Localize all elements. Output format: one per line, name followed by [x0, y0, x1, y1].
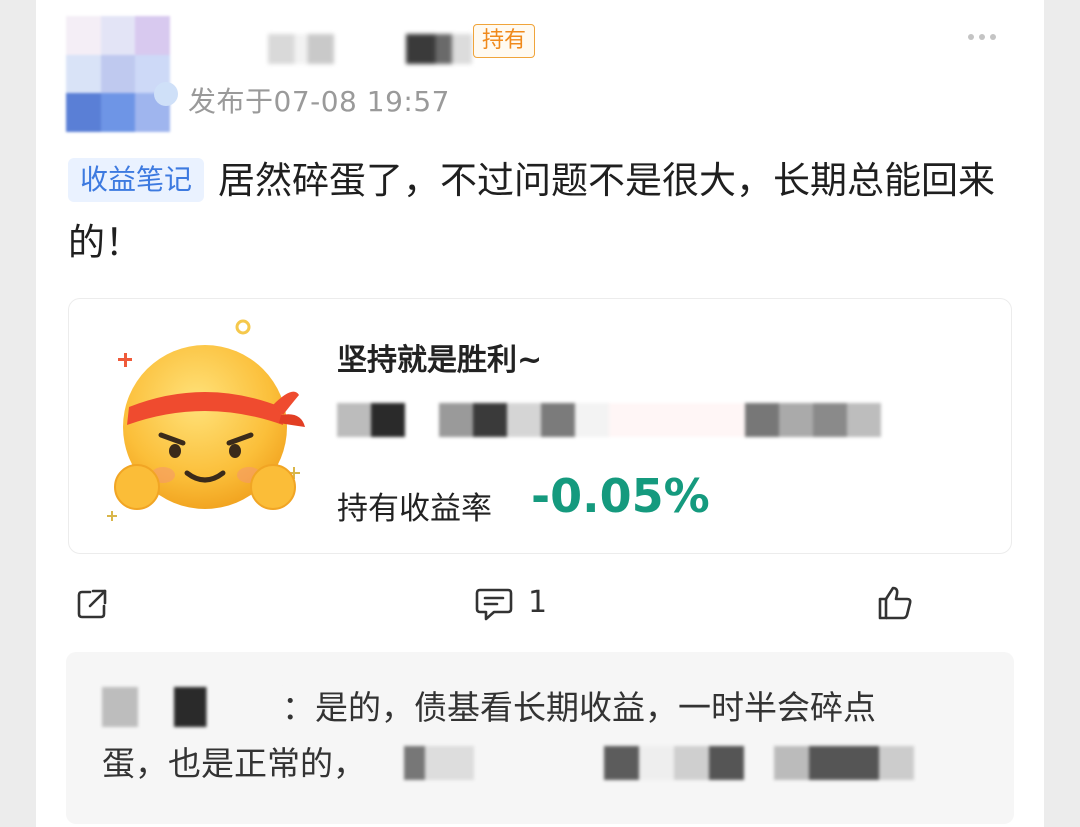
reply-blurred-2	[604, 746, 744, 780]
rate-label: 持有收益率	[337, 491, 492, 527]
post-card: 持有 发布于07-08 19:57 收益笔记 居然碎蛋了，不过问题不是很大，长期总…	[36, 0, 1044, 827]
post-time: 发布于07-08 19:57	[188, 85, 450, 118]
share-icon[interactable]	[74, 586, 110, 622]
more-icon[interactable]	[968, 28, 996, 46]
share-card[interactable]: 坚持就是胜利~ 持有收益率 -0.05%	[68, 298, 1012, 554]
avatar[interactable]	[66, 16, 170, 132]
post-text: 居然碎蛋了，不过问题不是很大，长期总能回来的！	[68, 159, 996, 264]
share-card-title: 坚持就是胜利~	[337, 343, 543, 378]
reply-separator: ：	[282, 688, 315, 727]
reply-username-blurred[interactable]	[102, 687, 282, 727]
reply-line1: 是的，债基看长期收益，一时半会碎点	[315, 688, 876, 727]
rate-value: -0.05%	[531, 469, 710, 523]
reply-line2: 蛋，也是正常的，	[102, 744, 366, 783]
comment-count[interactable]: 1	[528, 585, 547, 620]
username-blurred[interactable]	[268, 34, 334, 64]
hold-badge: 持有	[473, 24, 536, 58]
post-tag[interactable]: 收益笔记	[68, 158, 205, 202]
post-content: 收益笔记 居然碎蛋了，不过问题不是很大，长期总能回来的！	[68, 150, 1008, 274]
headband-emoji-icon	[107, 319, 305, 521]
share-card-blurred-info	[337, 403, 957, 437]
reply-box[interactable]: ：是的，债基看长期收益，一时半会碎点 蛋，也是正常的，	[66, 652, 1014, 824]
username-blurred-2[interactable]	[406, 34, 472, 64]
reply-blurred-1	[404, 746, 474, 780]
avatar-badge	[154, 82, 178, 106]
reply-blurred-3	[774, 746, 914, 780]
like-icon[interactable]	[876, 584, 914, 622]
comment-icon[interactable]	[474, 586, 514, 622]
